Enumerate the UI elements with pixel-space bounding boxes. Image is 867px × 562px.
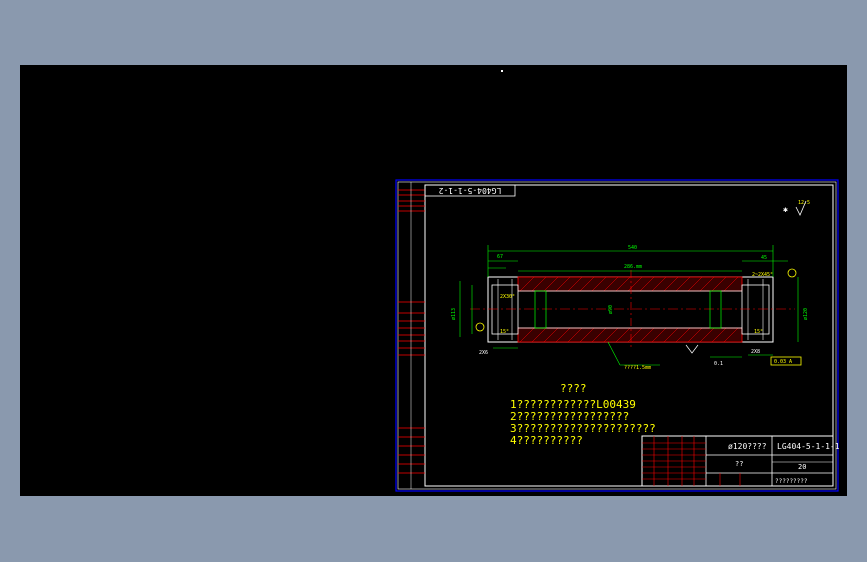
dim-left-end: 67 xyxy=(497,254,503,260)
dim-chamfer-right: 2~2X45° xyxy=(752,272,773,278)
dim-bottom-right1: 0.1 xyxy=(714,361,723,367)
cad-viewport[interactable]: LG404-5-1-1-2 ✱ 12.5 540 45 67 286.mm 2~… xyxy=(20,65,847,496)
dim-angle-left: 15° xyxy=(500,329,509,335)
dim-total-length: 540 xyxy=(628,245,637,251)
material-label: ø120???? xyxy=(728,442,767,451)
dim-center: ø90 xyxy=(608,305,614,314)
dim-inner-span: 286.mm xyxy=(624,264,642,270)
dim-chamfer-left: 2X30° xyxy=(500,294,515,300)
dim-right-end: 45 xyxy=(761,255,767,261)
company: ????????? xyxy=(775,478,808,485)
rotated-code: LG404-5-1-1-2 xyxy=(439,186,502,195)
datum-marker-left xyxy=(475,322,485,332)
datum-box-text: 0.03 A xyxy=(774,359,792,365)
roughness-mark-icon xyxy=(685,344,699,354)
cad-drawing[interactable]: LG404-5-1-1-2 ✱ 12.5 540 45 67 286.mm 2~… xyxy=(20,65,847,496)
notes-title: ???? xyxy=(560,382,587,395)
note-4: 4?????????? xyxy=(510,434,583,447)
dimension-lines xyxy=(459,245,799,366)
binding-strip xyxy=(398,182,425,489)
part-name: ?? xyxy=(735,460,743,468)
drawing-number: LG404-5-1-1-1 xyxy=(777,442,840,451)
cursor-dot xyxy=(501,70,503,72)
roughness-main: 12.5 xyxy=(798,200,810,206)
part-view[interactable] xyxy=(470,270,795,350)
dim-angle-right: 15° xyxy=(754,329,763,335)
roughness-other: ✱ xyxy=(783,205,788,214)
datum-marker-right xyxy=(787,268,797,278)
left-bore xyxy=(491,284,519,335)
dim-bottom-left: 2X6 xyxy=(479,350,488,356)
right-bore xyxy=(741,284,770,335)
dim-left-bore: ø113 xyxy=(451,308,457,320)
qty: 20 xyxy=(798,463,806,471)
dim-right-bore: ø120 xyxy=(803,308,809,320)
title-block[interactable]: ø120???? LG404-5-1-1-1 ?? 20 ????????? xyxy=(641,435,840,487)
dim-bottom-right2: 2X8 xyxy=(751,349,760,355)
dim-bottom-label: ????1.5mm xyxy=(624,365,651,371)
